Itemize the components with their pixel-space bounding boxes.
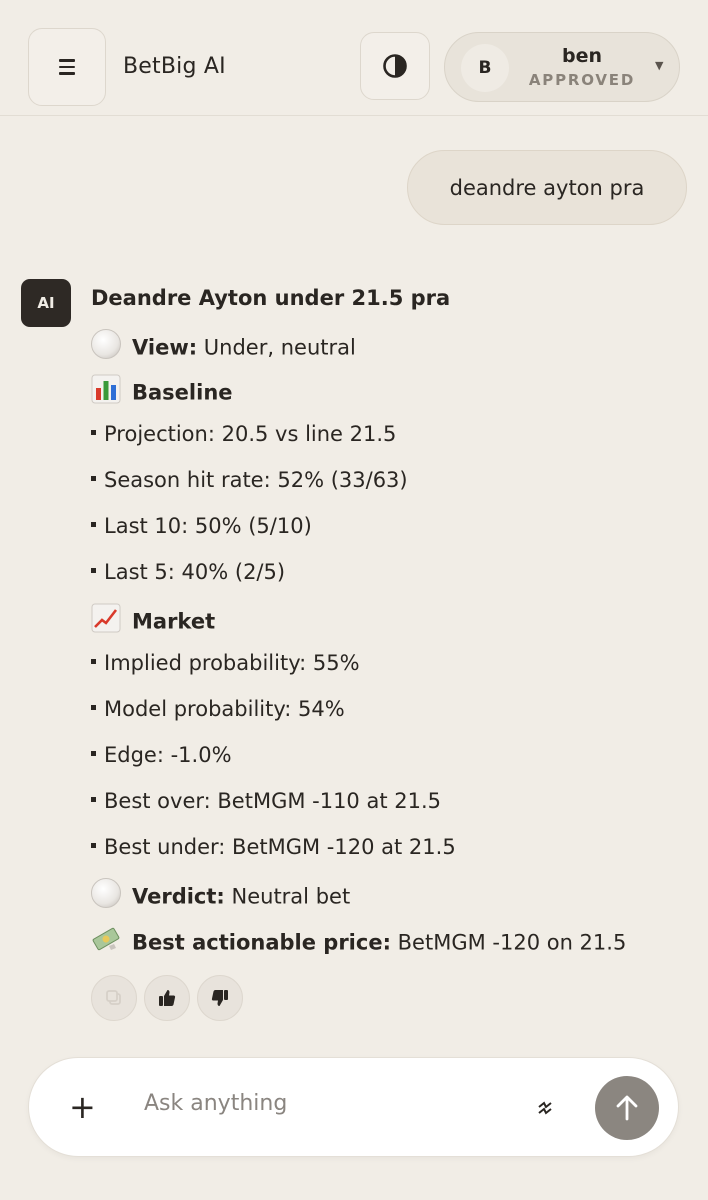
list-item: Best over: BetMGM -110 at 21.5 xyxy=(91,789,441,813)
verdict-value: Neutral bet xyxy=(224,884,351,909)
theme-toggle-button[interactable] xyxy=(360,32,430,100)
list-item: Projection: 20.5 vs line 21.5 xyxy=(91,422,396,446)
price-label: Best actionable price: xyxy=(132,930,391,955)
menu-icon xyxy=(59,59,75,75)
user-message-bubble: deandre ayton pra xyxy=(407,150,687,225)
copy-button[interactable] xyxy=(91,975,137,1021)
user-menu[interactable]: B ben APPROVED ▼ xyxy=(444,32,680,102)
trending-up-icon xyxy=(91,603,125,638)
thumbs-up-icon xyxy=(159,990,176,1006)
list-item: Last 5: 40% (2/5) xyxy=(91,560,285,584)
reply-title: Deandre Ayton under 21.5 pra xyxy=(91,286,451,310)
menu-button[interactable] xyxy=(28,28,106,106)
avatar: B xyxy=(461,44,509,92)
plus-icon[interactable]: + xyxy=(69,1087,96,1127)
market-heading: Market xyxy=(91,603,215,640)
list-item: Model probability: 54% xyxy=(91,697,345,721)
copy-icon xyxy=(106,990,121,1005)
money-icon xyxy=(91,924,125,959)
chevron-down-icon: ▼ xyxy=(655,59,664,72)
arrow-up-icon xyxy=(616,1095,638,1121)
white-circle-icon xyxy=(91,878,125,913)
view-label: View: xyxy=(132,335,198,360)
bolt-icon[interactable] xyxy=(536,1098,554,1122)
user-status-badge: APPROVED xyxy=(528,71,636,89)
white-circle-icon xyxy=(91,329,125,364)
list-item: Best under: BetMGM -120 at 21.5 xyxy=(91,835,456,859)
list-item: Edge: -1.0% xyxy=(91,743,232,767)
bar-chart-icon xyxy=(91,374,125,409)
list-item: Last 10: 50% (5/10) xyxy=(91,514,312,538)
message-input[interactable]: Ask anything xyxy=(144,1091,287,1116)
verdict-line: Verdict: Neutral bet xyxy=(91,878,351,915)
verdict-label: Verdict: xyxy=(132,884,225,909)
price-line: Best actionable price: BetMGM -120 on 21… xyxy=(91,926,626,961)
list-item: Season hit rate: 52% (33/63) xyxy=(91,468,408,492)
ai-avatar: AI xyxy=(21,279,71,327)
like-button[interactable] xyxy=(144,975,190,1021)
list-item: Implied probability: 55% xyxy=(91,651,360,675)
view-value: Under, neutral xyxy=(197,335,356,360)
composer: + Ask anything xyxy=(28,1057,679,1157)
price-value: BetMGM -120 on 21.5 xyxy=(390,930,627,955)
top-bar: BetBig AI B ben APPROVED ▼ xyxy=(0,0,708,116)
app-title: BetBig AI xyxy=(123,54,226,79)
user-name: ben xyxy=(561,45,602,67)
send-button[interactable] xyxy=(595,1076,659,1140)
dislike-button[interactable] xyxy=(197,975,243,1021)
contrast-icon xyxy=(383,54,407,78)
view-line: View: Under, neutral xyxy=(91,329,356,366)
baseline-heading: Baseline xyxy=(91,374,233,411)
thumbs-down-icon xyxy=(211,990,228,1006)
